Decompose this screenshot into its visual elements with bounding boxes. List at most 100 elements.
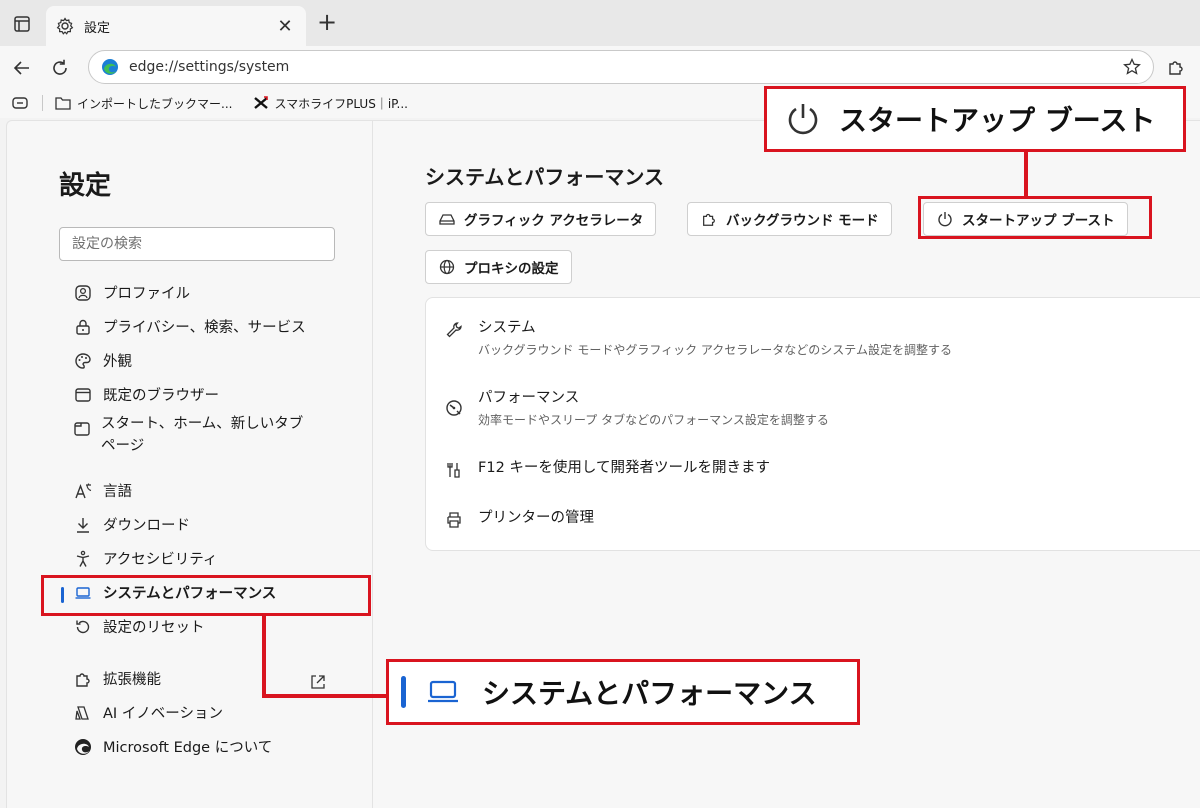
performance-row[interactable]: パフォーマンス 効率モードやスリープ タブなどのパフォーマンス設定を調整する	[444, 388, 829, 428]
sidebar-item-language[interactable]: 言語	[73, 481, 132, 503]
external-link-icon	[311, 675, 325, 689]
bookmark-label: スマホライフPLUS｜iP...	[274, 96, 408, 111]
row-title: プリンターの管理	[478, 510, 594, 526]
gauge-icon	[446, 400, 462, 416]
sidebar-item-about[interactable]: Microsoft Edge について	[73, 737, 272, 759]
back-arrow-icon	[13, 61, 29, 75]
page-title: システムとパフォーマンス	[425, 165, 664, 189]
system-performance-callout: システムとパフォーマンス	[386, 659, 860, 725]
active-indicator	[401, 676, 406, 708]
sidebar-item-start-home[interactable]: スタート、ホーム、新しいタブ ページ	[73, 413, 313, 457]
profile-icon	[75, 285, 91, 301]
lock-icon	[76, 319, 90, 335]
sidebar-item-label: プライバシー、検索、サービス	[103, 320, 306, 336]
startup-boost-callout: スタートアップ ブースト	[764, 86, 1186, 152]
sidebar-item-label: スタート、ホーム、新しいタブ ページ	[101, 416, 304, 454]
laptop-icon	[428, 680, 458, 703]
download-icon	[77, 518, 89, 533]
sidebar-item-label: アクセシビリティ	[103, 552, 218, 568]
folder-icon	[55, 97, 71, 110]
reset-icon	[76, 620, 90, 634]
tab-settings[interactable]: 設定 ✕	[46, 6, 306, 46]
refresh-button[interactable]	[46, 54, 74, 82]
refresh-icon	[53, 59, 67, 75]
row-title: F12 キーを使用して開発者ツールを開きます	[478, 460, 770, 476]
startup-connector-line	[1024, 150, 1028, 198]
power-icon	[788, 104, 818, 135]
puzzle-icon	[1169, 61, 1183, 75]
tab-actions-button[interactable]	[8, 10, 36, 38]
bookmark-label: インポートしたブックマー...	[77, 96, 233, 111]
printer-icon	[447, 512, 461, 528]
devtools-icon	[447, 463, 460, 478]
system-connector-vertical	[262, 614, 266, 698]
row-title: パフォーマンス	[478, 390, 580, 406]
devtools-row[interactable]: F12 キーを使用して開発者ツールを開きます	[444, 458, 770, 480]
bookmark-folder[interactable]: インポートしたブックマー...	[55, 95, 232, 112]
printers-row[interactable]: プリンターの管理	[444, 508, 594, 530]
sidebar-item-label: Microsoft Edge について	[103, 740, 273, 756]
ai-icon	[75, 706, 89, 720]
puzzle-icon	[76, 673, 90, 687]
sidebar-item-label: プロファイル	[103, 286, 190, 302]
row-description: バックグラウンド モードやグラフィック アクセラレータなどのシステム設定を調整す…	[478, 343, 952, 357]
gear-icon	[56, 17, 74, 35]
palette-icon	[75, 353, 91, 369]
wrench-icon	[446, 322, 462, 338]
callout-label: スタートアップ ブースト	[839, 104, 1156, 137]
background-mode-button[interactable]: バックグラウンド モード	[687, 202, 892, 236]
settings-sidebar: 設定 プロファイル プライバシー、検索、サービス 外観 既定のブラウザー スター…	[7, 121, 373, 808]
puzzle-icon	[703, 213, 715, 226]
settings-card: システム バックグラウンド モードやグラフィック アクセラレータなどのシステム設…	[425, 297, 1200, 551]
url-text: edge://settings/system	[129, 59, 290, 75]
close-tab-button[interactable]: ✕	[274, 16, 296, 37]
settings-search-input[interactable]	[59, 227, 335, 261]
system-row[interactable]: システム バックグラウンド モードやグラフィック アクセラレータなどのシステム設…	[444, 318, 952, 358]
proxy-settings-button[interactable]: プロキシの設定	[425, 250, 572, 284]
sidebar-item-profile[interactable]: プロファイル	[73, 283, 190, 305]
sidebar-item-label: ダウンロード	[103, 518, 190, 534]
address-bar[interactable]: edge://settings/system	[88, 50, 1154, 84]
collections-button[interactable]	[12, 97, 28, 109]
edge-logo-icon	[102, 59, 118, 75]
favorite-star-icon[interactable]	[1123, 58, 1141, 76]
extensions-button[interactable]	[1162, 53, 1190, 81]
edge-logo-icon	[75, 739, 91, 755]
sidebar-item-reset[interactable]: 設定のリセット	[73, 617, 205, 639]
sidebar-item-label: 設定のリセット	[103, 620, 205, 636]
tab-title: 設定	[84, 20, 111, 36]
sidebar-item-appearance[interactable]: 外観	[73, 351, 132, 373]
sidebar-item-privacy[interactable]: プライバシー、検索、サービス	[73, 317, 306, 339]
sidebar-item-label: 外観	[103, 354, 132, 370]
startup-boost-highlight	[918, 196, 1152, 239]
sidebar-item-ai[interactable]: AI イノベーション	[73, 703, 223, 725]
tab-actions-icon	[14, 16, 30, 32]
browser-icon	[75, 388, 91, 402]
callout-label: システムとパフォーマンス	[482, 677, 817, 710]
site-favicon-icon	[254, 96, 269, 109]
back-button[interactable]	[8, 54, 36, 82]
new-tab-button[interactable]: +	[314, 10, 340, 36]
home-tab-icon	[74, 422, 90, 436]
row-title: システム	[478, 320, 536, 336]
language-icon	[75, 483, 92, 499]
accessibility-icon	[76, 550, 90, 567]
sidebar-item-accessibility[interactable]: アクセシビリティ	[73, 549, 217, 571]
sidebar-item-downloads[interactable]: ダウンロード	[73, 515, 190, 537]
chip-label: バックグラウンド モード	[726, 213, 879, 229]
drive-icon	[439, 214, 455, 225]
graphics-acceleration-button[interactable]: グラフィック アクセラレータ	[425, 202, 657, 236]
bookmarks-divider	[42, 95, 43, 111]
sidebar-item-label: 拡張機能	[103, 672, 161, 688]
system-connector-horizontal	[262, 694, 388, 698]
sidebar-title: 設定	[59, 171, 112, 201]
sidebar-item-extensions[interactable]: 拡張機能	[73, 669, 161, 691]
chip-label: グラフィック アクセラレータ	[464, 213, 644, 229]
sidebar-item-label: 既定のブラウザー	[103, 388, 219, 404]
sidebar-item-default-browser[interactable]: 既定のブラウザー	[73, 385, 219, 407]
browser-toolbar: edge://settings/system	[0, 46, 1200, 88]
tab-strip: 設定 ✕ +	[0, 0, 1200, 46]
bookmark-item[interactable]: スマホライフPLUS｜iP...	[254, 95, 408, 112]
sidebar-item-label: 言語	[103, 484, 132, 500]
chip-label: プロキシの設定	[464, 261, 559, 277]
